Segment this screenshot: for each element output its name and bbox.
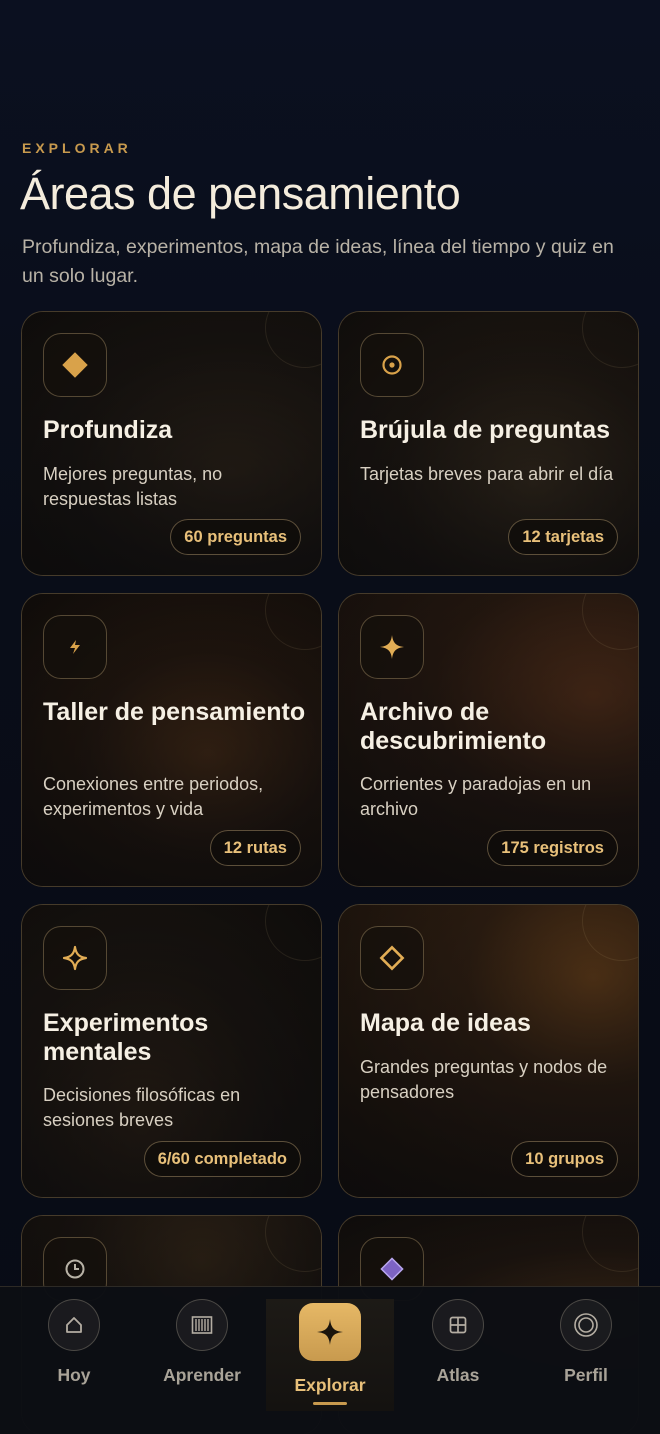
- card-title: Mapa de ideas: [360, 1009, 531, 1037]
- progress-badge: 6/60 completado: [143, 1141, 301, 1177]
- card-archivo-de-descubrimiento[interactable]: Archivo de descubrimiento Corrientes y p…: [338, 593, 639, 887]
- explore-screen: EXPLORAR Áreas de pensamiento Profundiza…: [0, 0, 660, 1434]
- tab-hoy[interactable]: Hoy: [10, 1299, 138, 1409]
- tab-perfil[interactable]: Perfil: [522, 1299, 650, 1409]
- tab-aprender[interactable]: Aprender: [138, 1299, 266, 1409]
- card-title: Archivo de descubrimiento: [360, 698, 547, 755]
- tab-label: Atlas: [436, 1365, 480, 1385]
- sparkle-icon: [360, 615, 424, 679]
- grid-icon: [432, 1299, 484, 1351]
- tab-label: Explorar: [294, 1375, 366, 1395]
- active-tab-indicator: [313, 1402, 347, 1405]
- card-description: Corrientes y paradojas en un archivo: [360, 774, 592, 819]
- count-badge: 12 tarjetas: [508, 519, 618, 555]
- tab-label: Hoy: [57, 1365, 91, 1385]
- bottom-tab-bar: Hoy Aprender Explorar Atlas Perfil: [0, 1286, 660, 1434]
- card-description: Conexiones entre periodos, experimentos …: [43, 774, 264, 819]
- page-subtitle: Profundiza, experimentos, mapa de ideas,…: [22, 236, 614, 287]
- card-title: Taller de pensamiento: [43, 698, 306, 726]
- diamond-outline-icon: [360, 926, 424, 990]
- profile-icon: [560, 1299, 612, 1351]
- diamond-icon: [43, 333, 107, 397]
- count-badge: 12 rutas: [209, 830, 301, 866]
- books-icon: [176, 1299, 228, 1351]
- tab-explorar[interactable]: Explorar: [266, 1299, 394, 1411]
- card-description: Decisiones filosóficas en sesiones breve…: [43, 1085, 241, 1130]
- count-badge: 175 registros: [487, 830, 618, 866]
- page-title: Áreas de pensamiento: [20, 168, 461, 219]
- card-description: Grandes preguntas y nodos de pensadores: [360, 1057, 608, 1102]
- card-title: Experimentos mentales: [43, 1009, 209, 1066]
- tab-label: Perfil: [564, 1365, 608, 1385]
- section-eyebrow: EXPLORAR: [22, 140, 132, 156]
- star-icon: [299, 1303, 361, 1361]
- card-mapa-de-ideas[interactable]: Mapa de ideas Grandes preguntas y nodos …: [338, 904, 639, 1198]
- tab-label: Aprender: [163, 1365, 241, 1385]
- sparkle-outline-icon: [43, 926, 107, 990]
- lightning-icon: [43, 615, 107, 679]
- home-icon: [48, 1299, 100, 1351]
- tab-atlas[interactable]: Atlas: [394, 1299, 522, 1409]
- card-title: Brújula de preguntas: [360, 416, 611, 444]
- card-brujula-de-preguntas[interactable]: Brújula de preguntas Tarjetas breves par…: [338, 311, 639, 576]
- card-taller-de-pensamiento[interactable]: Taller de pensamiento Conexiones entre p…: [21, 593, 322, 887]
- card-description: Mejores preguntas, no respuestas listas: [43, 464, 223, 509]
- count-badge: 60 preguntas: [170, 519, 301, 555]
- target-icon: [360, 333, 424, 397]
- card-description: Tarjetas breves para abrir el día: [360, 464, 614, 484]
- count-badge: 10 grupos: [511, 1141, 618, 1177]
- card-title: Profundiza: [43, 416, 173, 444]
- card-profundiza[interactable]: Profundiza Mejores preguntas, no respues…: [21, 311, 322, 576]
- card-experimentos-mentales[interactable]: Experimentos mentales Decisiones filosóf…: [21, 904, 322, 1198]
